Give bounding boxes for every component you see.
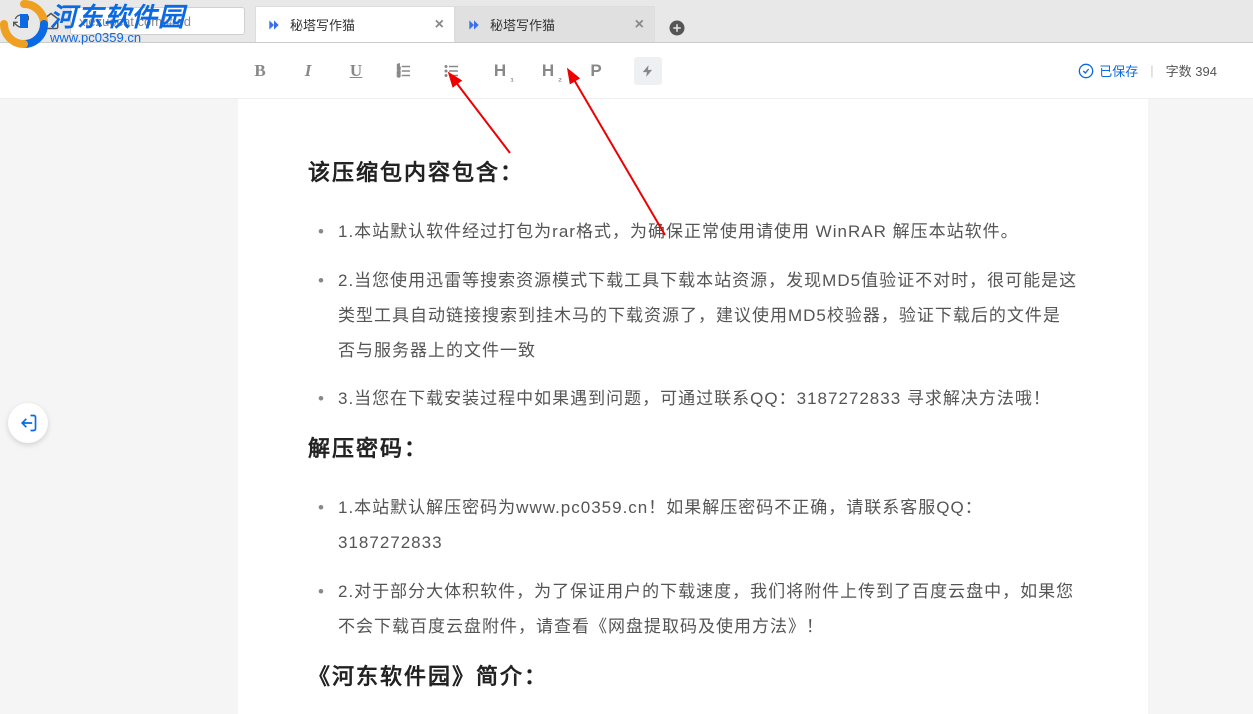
close-icon[interactable]: × xyxy=(435,16,444,34)
browser-top-bar: xiezuocat.com/#/ed 秘塔写作猫 × 秘塔写作猫 × xyxy=(0,0,1253,43)
paragraph-button[interactable]: P xyxy=(586,61,606,81)
saved-label: 已保存 xyxy=(1099,61,1138,80)
section-heading: 解压密码： xyxy=(308,431,1078,463)
flash-button[interactable] xyxy=(634,57,662,85)
url-text: xiezuocat.com/#/ed xyxy=(79,14,191,29)
close-icon[interactable]: × xyxy=(635,16,644,34)
list: 1.本站默认解压密码为www.pc0359.cn！如果解压密码不正确，请联系客服… xyxy=(308,491,1078,644)
underline-button[interactable]: U xyxy=(346,61,366,81)
tab-title: 秘塔写作猫 xyxy=(290,15,355,34)
check-circle-icon xyxy=(1078,63,1094,79)
tab-title: 秘塔写作猫 xyxy=(490,15,555,34)
ordered-list-button[interactable]: 123 xyxy=(394,61,414,81)
app-area: B I U 123 H H P 已保存 | 字数 394 xyxy=(0,43,1253,714)
sidebar-toggle-button[interactable] xyxy=(8,403,48,443)
list-item: 1.本站默认解压密码为www.pc0359.cn！如果解压密码不正确，请联系客服… xyxy=(338,491,1078,561)
tab-strip: 秘塔写作猫 × 秘塔写作猫 × xyxy=(255,0,691,42)
list-item: 3.当您在下载安装过程中如果遇到问题，可通过联系QQ：3187272833 寻求… xyxy=(338,382,1078,417)
add-tab-button[interactable] xyxy=(663,14,691,42)
list-item: 2.当您使用迅雷等搜索资源模式下载工具下载本站资源，发现MD5值验证不对时，很可… xyxy=(338,264,1078,369)
unordered-list-button[interactable] xyxy=(442,61,462,81)
exit-icon xyxy=(18,413,38,433)
reload-icon[interactable] xyxy=(10,10,32,32)
italic-button[interactable]: I xyxy=(298,61,318,81)
list-item: 2.对于部分大体积软件，为了保证用户的下载速度，我们将附件上传到了百度云盘中，如… xyxy=(338,575,1078,645)
list: 1.本站默认软件经过打包为rar格式，为确保正常使用请使用 WinRAR 解压本… xyxy=(308,215,1078,417)
section-heading: 该压缩包内容包含： xyxy=(308,155,1078,187)
list-item: 1.本站默认软件经过打包为rar格式，为确保正常使用请使用 WinRAR 解压本… xyxy=(338,215,1078,250)
svg-text:3: 3 xyxy=(397,73,400,79)
url-bar[interactable]: xiezuocat.com/#/ed xyxy=(70,7,245,35)
format-buttons: B I U 123 H H P xyxy=(250,57,662,85)
status-bar: 已保存 | 字数 394 xyxy=(1078,61,1217,80)
tab-favicon-icon xyxy=(266,17,282,33)
nav-buttons xyxy=(10,10,62,32)
section-heading: 《河东软件园》简介： xyxy=(308,659,1078,691)
editor-toolbar: B I U 123 H H P 已保存 | 字数 394 xyxy=(0,43,1253,99)
home-icon[interactable] xyxy=(40,10,62,32)
browser-tab[interactable]: 秘塔写作猫 × xyxy=(455,6,655,42)
tab-favicon-icon xyxy=(466,17,482,33)
browser-tab[interactable]: 秘塔写作猫 × xyxy=(255,6,455,42)
bold-button[interactable]: B xyxy=(250,61,270,81)
heading1-button[interactable]: H xyxy=(490,61,510,81)
word-count: 字数 394 xyxy=(1166,61,1217,80)
status-divider: | xyxy=(1150,63,1153,78)
saved-status: 已保存 xyxy=(1078,61,1138,80)
editor-content[interactable]: 该压缩包内容包含： 1.本站默认软件经过打包为rar格式，为确保正常使用请使用 … xyxy=(238,99,1148,714)
heading2-button[interactable]: H xyxy=(538,61,558,81)
